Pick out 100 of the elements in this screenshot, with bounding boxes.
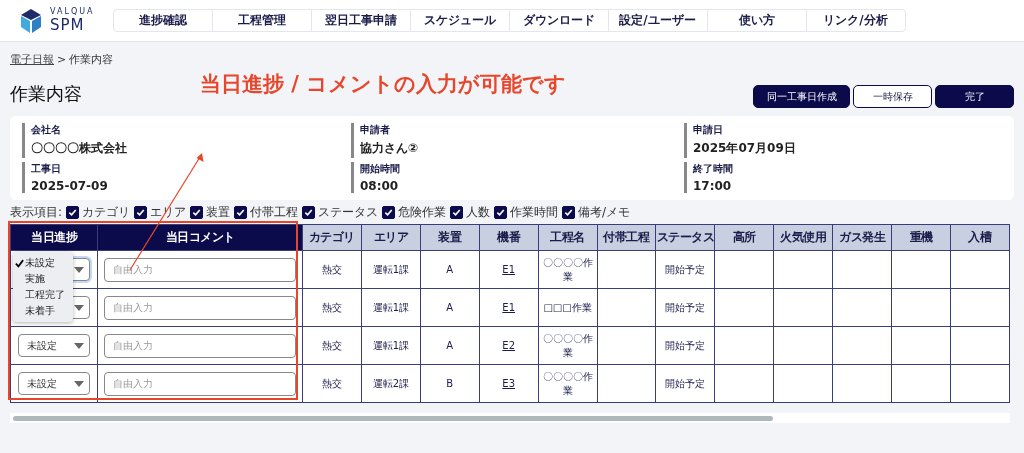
table-cell: 開始予定 [655,250,715,289]
table-cell: 〇〇〇〇作業 [538,326,598,365]
table-cell: 熱交 [302,326,362,365]
action-button[interactable]: 完了 [935,85,1014,108]
field-value: 協力さん② [360,140,420,157]
checkbox-label: 人数 [466,203,491,221]
checkbox[interactable] [134,205,148,219]
column-header: 重機 [891,224,951,251]
table-cell: B [420,364,480,403]
column-header: 付帯工程 [597,224,656,251]
checkbox-label: 備考/メモ [578,203,631,221]
horizontal-scrollbar[interactable] [10,413,1010,423]
page-title: 作業内容 [10,82,83,106]
nav-tab[interactable]: 進捗確認 [113,10,213,31]
nav-tab[interactable]: ダウンロード [509,10,609,31]
caret-icon [74,342,84,349]
checkbox[interactable] [494,205,508,219]
table-cell: 運転1課 [361,250,421,289]
comment-field[interactable]: 自由入力 [104,333,296,358]
check-icon [15,258,24,268]
field-value: 08:00 [360,178,400,193]
field-label: 開始時間 [360,161,401,176]
column-header: 入槽 [950,224,1010,251]
field-value: 2025-07-09 [31,178,109,193]
checkbox-label: 危険作業 [398,203,447,221]
table-cell: 熱交 [302,288,362,327]
column-header: 当日コメント [97,224,303,251]
checkbox[interactable] [562,205,576,219]
checkbox-label: 付帯工程 [250,203,299,221]
unit-link[interactable]: E2 [502,340,515,351]
checkbox[interactable] [66,205,80,219]
table-cell: A [420,288,480,327]
nav-tab[interactable]: 使い方 [707,10,807,31]
table-cell: □□□作業 [538,288,598,327]
nav-tab[interactable]: 工程管理 [212,10,312,31]
field-value: 〇〇〇〇株式会社 [31,140,128,157]
breadcrumb-link[interactable]: 電子日報 [10,51,54,67]
table-cell: 運転1課 [361,288,421,327]
table-cell: 〇〇〇〇作業 [538,250,598,289]
nav-tab[interactable]: 翌日工事申請 [311,10,411,31]
field-label: 申請者 [360,123,391,137]
unit-link[interactable]: E3 [502,378,515,389]
nav-tab[interactable]: スケジュール [410,10,510,31]
column-header: ステータス [655,224,715,251]
progress-select[interactable]: 未設定 [18,334,90,357]
table-cell: 熱交 [302,250,362,289]
checkbox[interactable] [382,205,396,219]
field-value: 17:00 [693,178,733,193]
unit-link[interactable]: E1 [502,264,515,275]
checkbox-label: 装置 [206,203,231,221]
column-header: 工程名 [538,224,598,251]
checkbox-label: カテゴリ [82,203,131,221]
field-value: 2025年07月09日 [693,140,797,157]
table-cell: 運転2課 [361,364,421,403]
column-header: 当日進捗 [10,224,98,251]
checkbox[interactable] [234,205,248,219]
logo-wordmark: SPM [50,18,86,33]
checkbox-label: ステータス [318,203,379,221]
dropdown-option[interactable]: 実施 [13,271,73,287]
table-cell: 開始予定 [655,364,715,403]
logo-tagline: VALQUA [50,8,95,16]
dropdown-option[interactable]: 工程完了 [13,287,73,303]
dropdown-option[interactable]: 未着手 [13,303,73,319]
breadcrumb-separator: > [57,52,67,66]
field-label: 工事日 [31,161,62,176]
column-header: ガス発生 [832,224,892,251]
comment-field[interactable]: 自由入力 [104,371,296,396]
cube-logo-icon [18,7,44,34]
table-cell: 開始予定 [655,326,715,365]
caret-icon [74,380,84,387]
column-header: 高所 [714,224,774,251]
column-header: 装置 [420,224,480,251]
field-label: 会社名 [31,123,62,137]
checkbox[interactable] [450,205,464,219]
table-cell: 〇〇〇〇作業 [538,364,598,403]
checkbox-label: エリア [150,203,187,221]
field-label: 終了時間 [693,161,734,176]
action-button[interactable]: 同一工事日作成 [753,85,850,108]
table-cell: 運転1課 [361,326,421,365]
column-header: 火気使用 [773,224,833,251]
comment-field[interactable]: 自由入力 [104,295,296,320]
column-header: 機番 [479,224,539,251]
table-cell: A [420,326,480,365]
dropdown-option[interactable]: 未設定 [13,255,73,271]
caret-icon [74,304,84,311]
unit-link[interactable]: E1 [502,302,515,313]
column-header: エリア [361,224,421,251]
checkbox-label: 作業時間 [510,203,559,221]
nav-tab[interactable]: 設定/ユーザー [608,10,708,31]
annotation-text: 当日進捗 / コメントの入力が可能です [200,71,567,98]
table-cell: A [420,250,480,289]
field-label: 申請日 [693,123,724,137]
comment-field[interactable]: 自由入力 [104,257,296,282]
table-cell: 熱交 [302,364,362,403]
checkbox[interactable] [190,205,204,219]
progress-select[interactable]: 未設定 [18,372,90,395]
nav-tab[interactable]: リンク/分析 [806,10,905,31]
table-cell: 開始予定 [655,288,715,327]
checkbox[interactable] [302,205,316,219]
action-button[interactable]: 一時保存 [853,85,932,108]
